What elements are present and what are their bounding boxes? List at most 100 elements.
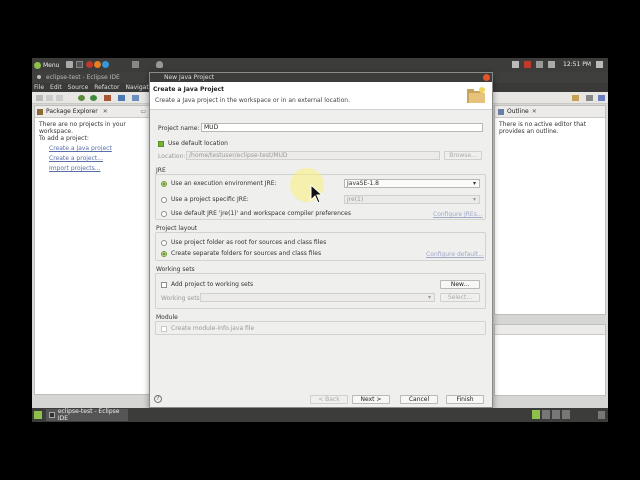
workspace-switcher-3[interactable]	[552, 410, 560, 419]
print-icon[interactable]	[56, 95, 63, 101]
project-name-input[interactable]: MUD	[201, 123, 483, 132]
show-desktop-icon[interactable]	[66, 61, 73, 68]
cancel-button[interactable]: Cancel	[400, 395, 438, 404]
import-projects-link[interactable]: Import projects...	[49, 164, 145, 174]
menu-source[interactable]: Source	[68, 84, 89, 91]
top-panel: Menu 12:51 PM	[32, 58, 608, 72]
network-icon[interactable]	[536, 61, 543, 68]
trash-icon[interactable]	[598, 411, 605, 419]
menu-button[interactable]: Menu	[34, 60, 59, 70]
layout-separate-radio[interactable]	[161, 250, 167, 257]
outline-tab[interactable]: Outline ✕	[495, 106, 605, 118]
new-icon[interactable]	[36, 95, 43, 101]
package-explorer-tab[interactable]: Package Explorer ✕ ▭	[35, 106, 149, 118]
browse-button[interactable]: Browse...	[444, 151, 482, 160]
external-tools-icon[interactable]	[104, 95, 111, 101]
layout-root-option[interactable]: Use project folder as root for sources a…	[161, 239, 326, 246]
layout-separate-option[interactable]: Create separate folders for sources and …	[161, 250, 321, 257]
specific-jre-radio[interactable]	[161, 196, 167, 203]
firefox-icon[interactable]	[94, 61, 101, 68]
configure-jres-link[interactable]: Configure JREs...	[433, 211, 483, 218]
hammer-icon[interactable]	[132, 61, 139, 68]
dialog-header-title: Create a Java Project	[153, 86, 225, 93]
clock[interactable]: 12:51 PM	[563, 61, 591, 68]
working-sets-select[interactable]: ▾	[200, 293, 435, 302]
layout-root-radio[interactable]	[161, 239, 167, 246]
create-project-link[interactable]: Create a project...	[49, 154, 145, 164]
location-label: Location:	[158, 153, 186, 160]
exec-env-option[interactable]: Use an execution environment JRE:	[161, 180, 277, 187]
chevron-down-icon: ▾	[472, 180, 476, 187]
location-input[interactable]: /home/testuser/eclipse-test/MUD	[186, 151, 440, 160]
power-icon[interactable]	[596, 61, 603, 68]
select-working-sets-button[interactable]: Select...	[440, 293, 480, 302]
add-to-working-sets-row[interactable]: Add project to working sets	[161, 281, 253, 288]
workspace-switcher-1[interactable]	[532, 410, 540, 419]
close-icon[interactable]: ✕	[532, 108, 537, 115]
package-explorer-view: Package Explorer ✕ ▭ There are no projec…	[34, 105, 150, 395]
volume-icon[interactable]	[548, 61, 555, 68]
exec-env-radio[interactable]	[161, 180, 167, 187]
dialog-close-icon[interactable]	[483, 74, 490, 81]
add-to-working-sets-checkbox[interactable]	[161, 281, 167, 288]
window-dot-icon	[37, 75, 41, 79]
outline-icon	[498, 108, 504, 115]
use-default-location-row[interactable]: Use default location	[158, 140, 228, 147]
working-sets-group	[155, 273, 486, 309]
files-icon[interactable]	[86, 61, 93, 68]
taskbar-eclipse-item[interactable]: eclipse-test - Eclipse IDE	[46, 408, 128, 422]
jre-group-title: JRE	[156, 167, 166, 174]
create-java-project-link[interactable]: Create a Java project	[49, 144, 145, 154]
debug-icon[interactable]	[78, 95, 85, 101]
user-icon[interactable]	[156, 61, 163, 68]
back-button[interactable]: < Back	[310, 395, 348, 404]
show-desktop-icon[interactable]	[34, 411, 42, 419]
menu-file[interactable]: File	[34, 84, 44, 91]
working-sets-label: Working sets:	[161, 295, 202, 302]
new-project-folder-icon	[467, 87, 485, 103]
use-default-location-checkbox[interactable]	[158, 140, 164, 147]
default-jre-option[interactable]: Use default JRE 'jre(1)' and workspace c…	[161, 210, 351, 217]
chevron-down-icon: ▾	[472, 196, 476, 203]
mouse-pointer-icon	[310, 184, 324, 204]
bluetooth-icon[interactable]	[512, 61, 519, 68]
workspace-switcher-2[interactable]	[542, 410, 550, 419]
exec-env-select[interactable]: JavaSE-1.8 ▾	[344, 179, 480, 188]
create-module-info-row[interactable]: Create module-info.java file	[161, 325, 254, 332]
dialog-header: Create a Java Project Create a Java proj…	[150, 82, 492, 110]
default-jre-radio[interactable]	[161, 210, 167, 217]
save-icon[interactable]	[46, 95, 53, 101]
specific-jre-select[interactable]: jre(1) ▾	[344, 195, 480, 204]
new-working-set-button[interactable]: New...	[440, 280, 480, 289]
specific-jre-option[interactable]: Use a project specific JRE:	[161, 196, 249, 203]
configure-default-link[interactable]: Configure default...	[426, 251, 484, 258]
open-perspective-icon[interactable]	[572, 95, 579, 101]
debug-perspective-icon[interactable]	[598, 95, 605, 101]
menu-edit[interactable]: Edit	[50, 84, 62, 91]
close-icon[interactable]: ✕	[103, 108, 108, 115]
chrome-icon[interactable]	[102, 61, 109, 68]
bottom-taskbar: eclipse-test - Eclipse IDE	[32, 408, 608, 422]
minimize-icon[interactable]: ▭	[140, 108, 146, 115]
new-java-project-icon[interactable]	[118, 95, 125, 101]
terminal-icon[interactable]	[76, 61, 83, 68]
java-perspective-icon[interactable]	[586, 95, 593, 101]
dialog-titlebar[interactable]: New Java Project	[150, 73, 492, 82]
bottom-right-tabbar[interactable]	[495, 325, 605, 335]
next-button[interactable]: Next >	[352, 395, 390, 404]
workspace-switcher-4[interactable]	[562, 410, 570, 419]
run-icon[interactable]	[90, 95, 97, 101]
add-project-hint: To add a project:	[39, 135, 89, 142]
create-module-info-checkbox[interactable]	[161, 325, 167, 332]
bottom-right-view	[494, 324, 606, 396]
project-name-label: Project name:	[158, 125, 200, 132]
help-icon[interactable]: ?	[154, 395, 162, 403]
menu-refactor[interactable]: Refactor	[94, 84, 119, 91]
outline-message: There is no active editor that provides …	[499, 121, 587, 135]
finish-button[interactable]: Finish	[446, 395, 484, 404]
tray-alert-icon[interactable]	[524, 61, 531, 68]
package-explorer-body: There are no projects in your workspace.…	[35, 118, 149, 177]
new-package-icon[interactable]	[132, 95, 139, 101]
mint-logo-icon	[34, 61, 41, 69]
dialog-header-description: Create a Java project in the workspace o…	[155, 97, 351, 104]
